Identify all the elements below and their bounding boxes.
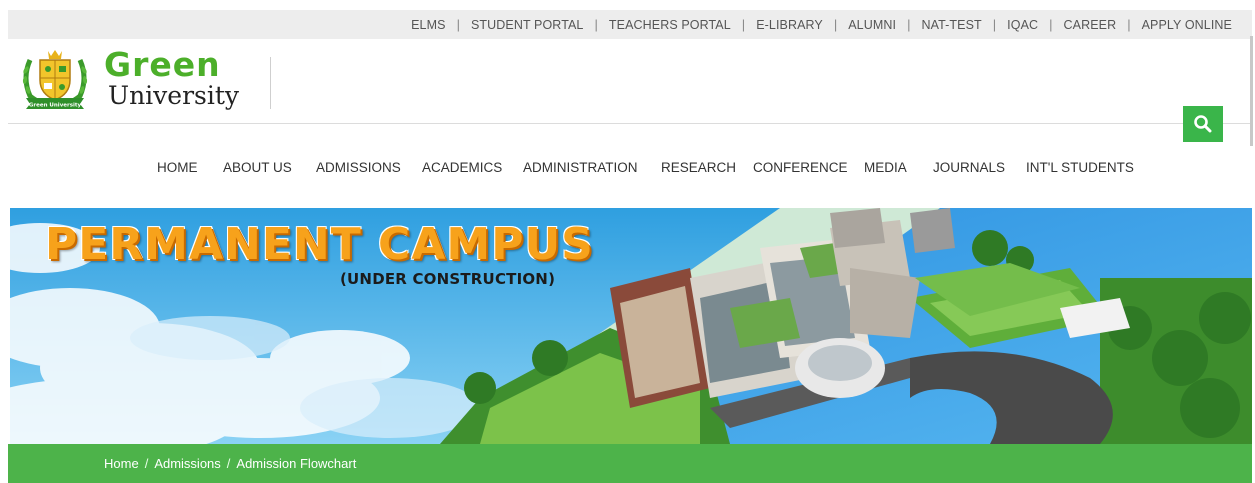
- brand-name-line1[interactable]: Green: [104, 48, 221, 82]
- search-icon: [1194, 115, 1212, 133]
- breadcrumb: Home / Admissions / Admission Flowchart: [8, 444, 1252, 483]
- top-link-student-portal[interactable]: STUDENT PORTAL: [471, 18, 584, 32]
- banner-subtitle: (UNDER CONSTRUCTION): [340, 270, 556, 288]
- header-divider: [8, 123, 1252, 124]
- logo-divider: [270, 57, 271, 109]
- banner-title: PERMANENT CAMPUS: [45, 219, 594, 270]
- top-link-alumni[interactable]: ALUMNI: [848, 18, 896, 32]
- breadcrumb-current: Admission Flowchart: [236, 456, 357, 471]
- nav-item-research[interactable]: RESEARCH: [661, 160, 736, 175]
- breadcrumb-separator: /: [226, 456, 231, 471]
- separator: |: [907, 17, 911, 32]
- breadcrumb-home[interactable]: Home: [104, 456, 139, 471]
- site-header: Green University Green University: [8, 39, 1252, 123]
- nav-item-media[interactable]: MEDIA: [864, 160, 907, 175]
- page-frame: ELMS | STUDENT PORTAL | TEACHERS PORTAL …: [8, 10, 1252, 483]
- nav-item-intl-students[interactable]: INT'L STUDENTS: [1026, 160, 1134, 175]
- main-navigation: HOME ABOUT US ADMISSIONS ACADEMICS ADMIN…: [8, 157, 1252, 177]
- scrollbar[interactable]: [1250, 36, 1253, 146]
- nav-item-administration[interactable]: ADMINISTRATION: [523, 160, 638, 175]
- separator: |: [833, 17, 838, 32]
- top-link-elms[interactable]: ELMS: [411, 18, 445, 32]
- nav-item-journals[interactable]: JOURNALS: [933, 160, 1005, 175]
- nav-item-home[interactable]: HOME: [157, 160, 198, 175]
- nav-item-conference[interactable]: CONFERENCE: [753, 160, 848, 175]
- separator: |: [594, 17, 598, 32]
- separator: |: [992, 17, 997, 32]
- top-link-e-library[interactable]: E-LIBRARY: [756, 18, 823, 32]
- top-link-teachers-portal[interactable]: TEACHERS PORTAL: [609, 18, 731, 32]
- separator: |: [741, 17, 746, 32]
- top-link-nat-test[interactable]: NAT-TEST: [921, 18, 981, 32]
- top-link-apply-online[interactable]: APPLY ONLINE: [1142, 18, 1232, 32]
- nav-item-admissions[interactable]: ADMISSIONS: [316, 160, 401, 175]
- nav-item-academics[interactable]: ACADEMICS: [422, 160, 502, 175]
- separator: |: [1127, 17, 1131, 32]
- top-link-career[interactable]: CAREER: [1064, 18, 1117, 32]
- top-utility-bar: ELMS | STUDENT PORTAL | TEACHERS PORTAL …: [8, 10, 1252, 39]
- brand-name-line2[interactable]: University: [108, 82, 239, 110]
- separator: |: [456, 17, 460, 32]
- university-emblem-logo[interactable]: Green University: [20, 48, 90, 110]
- search-button[interactable]: [1183, 106, 1223, 142]
- campus-banner: PERMANENT CAMPUS (UNDER CONSTRUCTION): [10, 208, 1252, 444]
- top-link-iqac[interactable]: IQAC: [1007, 18, 1038, 32]
- nav-item-about-us[interactable]: ABOUT US: [223, 160, 292, 175]
- breadcrumb-separator: /: [144, 456, 149, 471]
- svg-text:Green University: Green University: [29, 103, 82, 109]
- breadcrumb-admissions[interactable]: Admissions: [154, 456, 220, 471]
- separator: |: [1049, 17, 1053, 32]
